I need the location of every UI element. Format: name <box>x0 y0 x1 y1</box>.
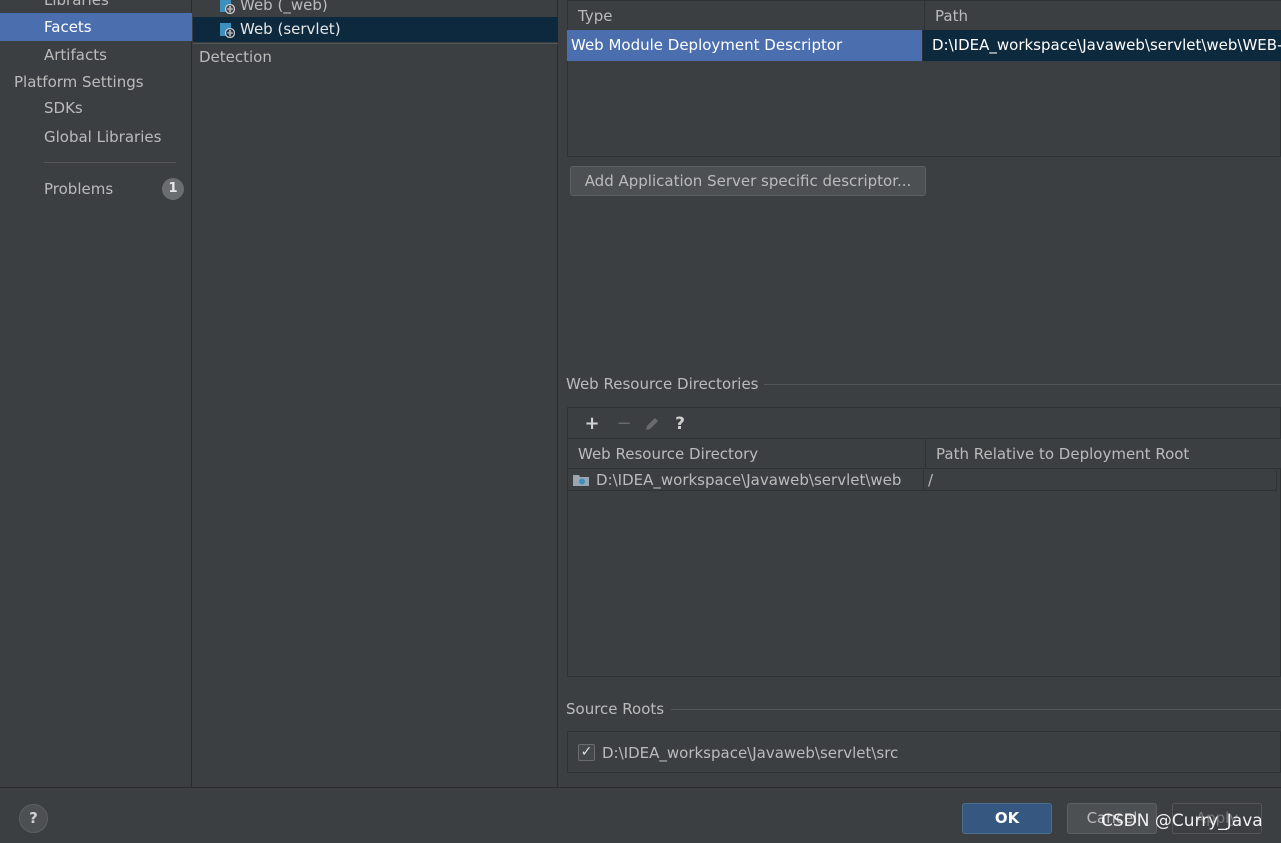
csdn-watermark: CSDN @Curry_Java <box>1101 811 1263 831</box>
pencil-icon <box>646 418 658 430</box>
web-folder-icon <box>573 475 589 486</box>
sidebar-header-platform-settings: Platform Settings <box>14 73 144 91</box>
web-resource-toolbar: + − ? <box>567 407 1281 439</box>
add-icon[interactable]: + <box>580 412 604 436</box>
web-facet-icon <box>220 0 235 14</box>
web-resource-row-directory[interactable]: D:\IDEA_workspace\Javaweb\servlet\web <box>568 470 923 491</box>
column-header-type[interactable]: Type <box>568 1 924 31</box>
sidebar-item-sdks[interactable]: SDKs <box>0 94 192 122</box>
web-facet-icon <box>220 23 235 38</box>
section-divider <box>764 384 1281 385</box>
facet-settings-panel: Type Path Web Module Deployment Descript… <box>559 0 1281 787</box>
column-header-path[interactable]: Path <box>924 1 1281 31</box>
edit-pencil-icon[interactable] <box>640 412 664 436</box>
dialog-button-bar: ? OK Cancel Apply CSDN @Curry_Java <box>0 787 1281 843</box>
web-resource-directories-title: Web Resource Directories <box>566 375 759 393</box>
facet-tree: Web (_web) Web (servlet) Detection <box>193 0 558 787</box>
sidebar-item-libraries[interactable]: Libraries <box>0 0 192 14</box>
help-icon[interactable]: ? <box>668 412 692 436</box>
settings-sidebar: Libraries Facets Artifacts Platform Sett… <box>0 0 192 787</box>
deployment-descriptors-table: Type Path <box>567 0 1281 157</box>
sidebar-divider <box>44 162 176 163</box>
source-roots-list: ✓ D:\IDEA_workspace\Javaweb\servlet\src <box>567 731 1281 773</box>
tree-divider <box>193 43 558 44</box>
column-header-web-resource-directory[interactable]: Web Resource Directory <box>568 439 925 469</box>
source-roots-title: Source Roots <box>566 700 665 718</box>
sidebar-item-facets[interactable]: Facets <box>0 13 192 41</box>
descriptor-row-type-cell[interactable]: Web Module Deployment Descriptor <box>567 30 922 61</box>
help-button[interactable]: ? <box>19 804 48 833</box>
ok-button[interactable]: OK <box>962 803 1052 834</box>
add-server-descriptor-button[interactable]: Add Application Server specific descript… <box>570 166 926 196</box>
source-root-path: D:\IDEA_workspace\Javaweb\servlet\src <box>602 744 899 762</box>
sidebar-item-global-libraries[interactable]: Global Libraries <box>0 123 192 151</box>
detection-label[interactable]: Detection <box>199 45 272 69</box>
web-resource-row-relative-path[interactable]: / <box>923 470 1277 491</box>
remove-icon[interactable]: − <box>612 412 636 436</box>
column-header-relative-path[interactable]: Path Relative to Deployment Root <box>925 439 1281 469</box>
source-root-checkbox[interactable]: ✓ <box>578 744 595 761</box>
section-divider <box>671 709 1281 710</box>
descriptor-row-path-cell[interactable]: D:\IDEA_workspace\Javaweb\servlet\web\WE… <box>922 30 1281 61</box>
problems-count-badge: 1 <box>162 178 184 200</box>
sidebar-item-artifacts[interactable]: Artifacts <box>0 41 192 69</box>
